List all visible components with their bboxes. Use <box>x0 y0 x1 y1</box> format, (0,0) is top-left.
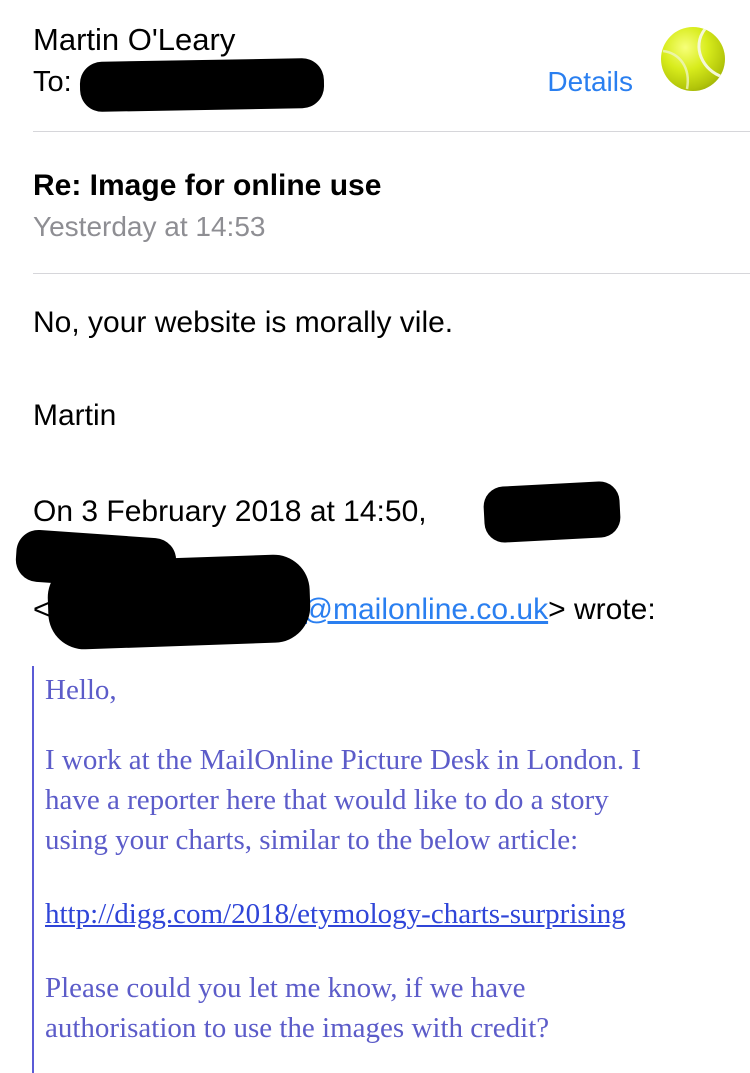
article-link[interactable]: http://digg.com/2018/etymology-charts-su… <box>45 898 626 930</box>
body-text-line: No, your website is morally vile. <box>33 306 454 339</box>
recipient-redaction <box>79 57 325 113</box>
quote-bar <box>32 666 34 1073</box>
attribution-wrote: > wrote: <box>548 593 656 626</box>
quoted-text-line: have a reporter here that would like to … <box>45 784 609 816</box>
to-label: To: <box>33 66 72 98</box>
quoted-text-line: I work at the MailOnline Picture Desk in… <box>45 744 641 776</box>
sender-email-domain[interactable]: @mailonline.co.uk <box>303 593 549 626</box>
timestamp: Yesterday at 14:53 <box>33 211 266 242</box>
attribution-line: On 3 February 2018 at 14:50, <box>33 492 427 532</box>
sender-name-redaction <box>482 480 622 544</box>
attribution-text: On 3 February 2018 at 14:50, <box>33 495 427 528</box>
signature: Martin <box>33 399 117 432</box>
subject-title: Re: Image for online use <box>33 169 382 202</box>
quoted-text-line: authorisation to use the images with cre… <box>45 1012 550 1044</box>
email-redaction <box>46 553 312 651</box>
quoted-greeting: Hello, <box>45 674 117 706</box>
sender-name: Martin O'Leary <box>33 22 236 57</box>
subject-divider <box>33 273 750 274</box>
quoted-link-line: http://digg.com/2018/etymology-charts-su… <box>45 894 626 934</box>
quoted-text-line: Please could you let me know, if we have <box>45 972 526 1004</box>
header-divider <box>33 131 750 132</box>
tennis-ball-icon[interactable] <box>661 27 725 91</box>
details-link[interactable]: Details <box>547 62 633 102</box>
quoted-text-line: using your charts, similar to the below … <box>45 824 579 856</box>
